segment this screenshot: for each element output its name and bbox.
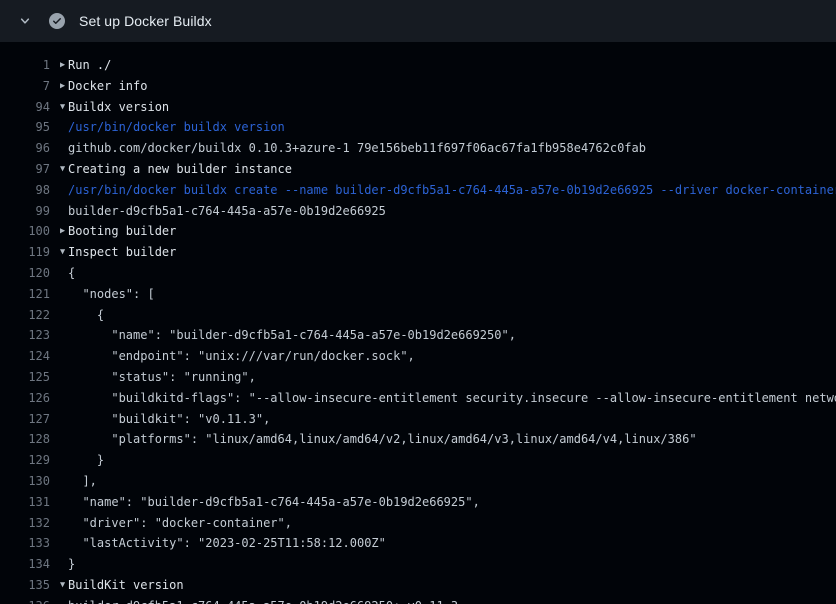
line-number[interactable]: 133 — [0, 533, 50, 554]
step-title: Set up Docker Buildx — [79, 13, 212, 29]
line-number[interactable]: 120 — [0, 263, 50, 284]
log-line: 122 { — [0, 305, 836, 326]
output-text: github.com/docker/buildx 0.10.3+azure-1 … — [68, 138, 646, 159]
line-number[interactable]: 7 — [0, 76, 50, 97]
line-number[interactable]: 98 — [0, 180, 50, 201]
group-title[interactable]: Docker info — [68, 76, 147, 97]
output-text: "buildkitd-flags": "--allow-insecure-ent… — [68, 388, 836, 409]
group-title[interactable]: Inspect builder — [68, 242, 176, 263]
output-text: "endpoint": "unix:///var/run/docker.sock… — [68, 346, 415, 367]
caret-right-icon[interactable]: ▶ — [57, 76, 68, 97]
log-line: 136 builder-d9cfb5a1-c764-445a-a57e-0b19d… — [0, 596, 836, 604]
output-text: { — [68, 305, 104, 326]
line-number[interactable]: 124 — [0, 346, 50, 367]
output-text: } — [68, 450, 104, 471]
output-text: "nodes": [ — [68, 284, 155, 305]
log-line: 134} — [0, 554, 836, 575]
log-line: 120 { — [0, 263, 836, 284]
log-line: 95/usr/bin/docker buildx version — [0, 117, 836, 138]
group-title[interactable]: Creating a new builder instance — [68, 159, 292, 180]
group-title[interactable]: BuildKit version — [68, 575, 184, 596]
output-text: "platforms": "linux/amd64,linux/amd64/v2… — [68, 429, 697, 450]
line-number[interactable]: 94 — [0, 97, 50, 118]
output-text: "name": "builder-d9cfb5a1-c764-445a-a57e… — [68, 492, 480, 513]
log-line: 96 github.com/docker/buildx 0.10.3+azure-… — [0, 138, 836, 159]
output-text: "status": "running", — [68, 367, 256, 388]
caret-down-icon[interactable]: ▼ — [57, 97, 68, 118]
line-number[interactable]: 131 — [0, 492, 50, 513]
log-line: 132 "driver": "docker-container", — [0, 513, 836, 534]
line-number[interactable]: 96 — [0, 138, 50, 159]
log-line: 121 "nodes": [ — [0, 284, 836, 305]
output-text: { — [68, 263, 75, 284]
caret-right-icon[interactable]: ▶ — [57, 55, 68, 76]
line-number[interactable]: 132 — [0, 513, 50, 534]
chevron-down-icon[interactable] — [18, 14, 32, 28]
line-number[interactable]: 119 — [0, 242, 50, 263]
line-number[interactable]: 129 — [0, 450, 50, 471]
line-number[interactable]: 130 — [0, 471, 50, 492]
log-line: 129 } — [0, 450, 836, 471]
line-number[interactable]: 122 — [0, 305, 50, 326]
output-text: builder-d9cfb5a1-c764-445a-a57e-0b19d2e6… — [68, 201, 386, 222]
group-title[interactable]: Booting builder — [68, 221, 176, 242]
log-line: 124 "endpoint": "unix:///var/run/docker.… — [0, 346, 836, 367]
log-line: 131 "name": "builder-d9cfb5a1-c764-445a-… — [0, 492, 836, 513]
step-header[interactable]: Set up Docker Buildx — [0, 0, 836, 42]
line-number[interactable]: 100 — [0, 221, 50, 242]
log-line: 133 "lastActivity": "2023-02-25T11:58:12… — [0, 533, 836, 554]
output-text: builder-d9cfb5a1-c764-445a-a57e-0b19d2e6… — [68, 596, 458, 604]
log-line: 126 "buildkitd-flags": "--allow-insecure… — [0, 388, 836, 409]
log-line: 7 ▶Docker info — [0, 76, 836, 97]
caret-down-icon[interactable]: ▼ — [57, 575, 68, 596]
log-line: 128 "platforms": "linux/amd64,linux/amd6… — [0, 429, 836, 450]
log-line: 125 "status": "running", — [0, 367, 836, 388]
caret-right-icon[interactable]: ▶ — [57, 221, 68, 242]
log-line: 1 ▶Run ./ — [0, 55, 836, 76]
log-line: 98/usr/bin/docker buildx create --name b… — [0, 180, 836, 201]
line-number[interactable]: 99 — [0, 201, 50, 222]
line-number[interactable]: 1 — [0, 55, 50, 76]
line-number[interactable]: 127 — [0, 409, 50, 430]
command-text: /usr/bin/docker buildx create --name bui… — [68, 180, 836, 201]
output-text: ], — [68, 471, 97, 492]
group-title[interactable]: Run ./ — [68, 55, 111, 76]
line-number[interactable]: 97 — [0, 159, 50, 180]
output-text: "driver": "docker-container", — [68, 513, 292, 534]
caret-down-icon[interactable]: ▼ — [57, 242, 68, 263]
log-line: 135 ▼BuildKit version — [0, 575, 836, 596]
log-line: 130 ], — [0, 471, 836, 492]
log-viewer: 1▶Run ./7▶Docker info94▼Buildx version95… — [0, 42, 836, 604]
log-line: 97 ▼Creating a new builder instance — [0, 159, 836, 180]
output-text: "name": "builder-d9cfb5a1-c764-445a-a57e… — [68, 325, 516, 346]
line-number[interactable]: 121 — [0, 284, 50, 305]
output-text: "lastActivity": "2023-02-25T11:58:12.000… — [68, 533, 386, 554]
log-line: 94 ▼Buildx version — [0, 97, 836, 118]
check-circle-icon — [49, 13, 65, 29]
log-line: 100 ▶Booting builder — [0, 221, 836, 242]
log-line: 119 ▼Inspect builder — [0, 242, 836, 263]
log-line: 123 "name": "builder-d9cfb5a1-c764-445a-… — [0, 325, 836, 346]
line-number[interactable]: 128 — [0, 429, 50, 450]
caret-down-icon[interactable]: ▼ — [57, 159, 68, 180]
line-number[interactable]: 95 — [0, 117, 50, 138]
log-line: 127 "buildkit": "v0.11.3", — [0, 409, 836, 430]
group-title[interactable]: Buildx version — [68, 97, 169, 118]
command-text: /usr/bin/docker buildx version — [68, 117, 285, 138]
line-number[interactable]: 126 — [0, 388, 50, 409]
line-number[interactable]: 135 — [0, 575, 50, 596]
line-number[interactable]: 134 — [0, 554, 50, 575]
line-number[interactable]: 123 — [0, 325, 50, 346]
output-text: "buildkit": "v0.11.3", — [68, 409, 270, 430]
line-number[interactable]: 136 — [0, 596, 50, 604]
log-line: 99 builder-d9cfb5a1-c764-445a-a57e-0b19d2… — [0, 201, 836, 222]
line-number[interactable]: 125 — [0, 367, 50, 388]
output-text: } — [68, 554, 75, 575]
